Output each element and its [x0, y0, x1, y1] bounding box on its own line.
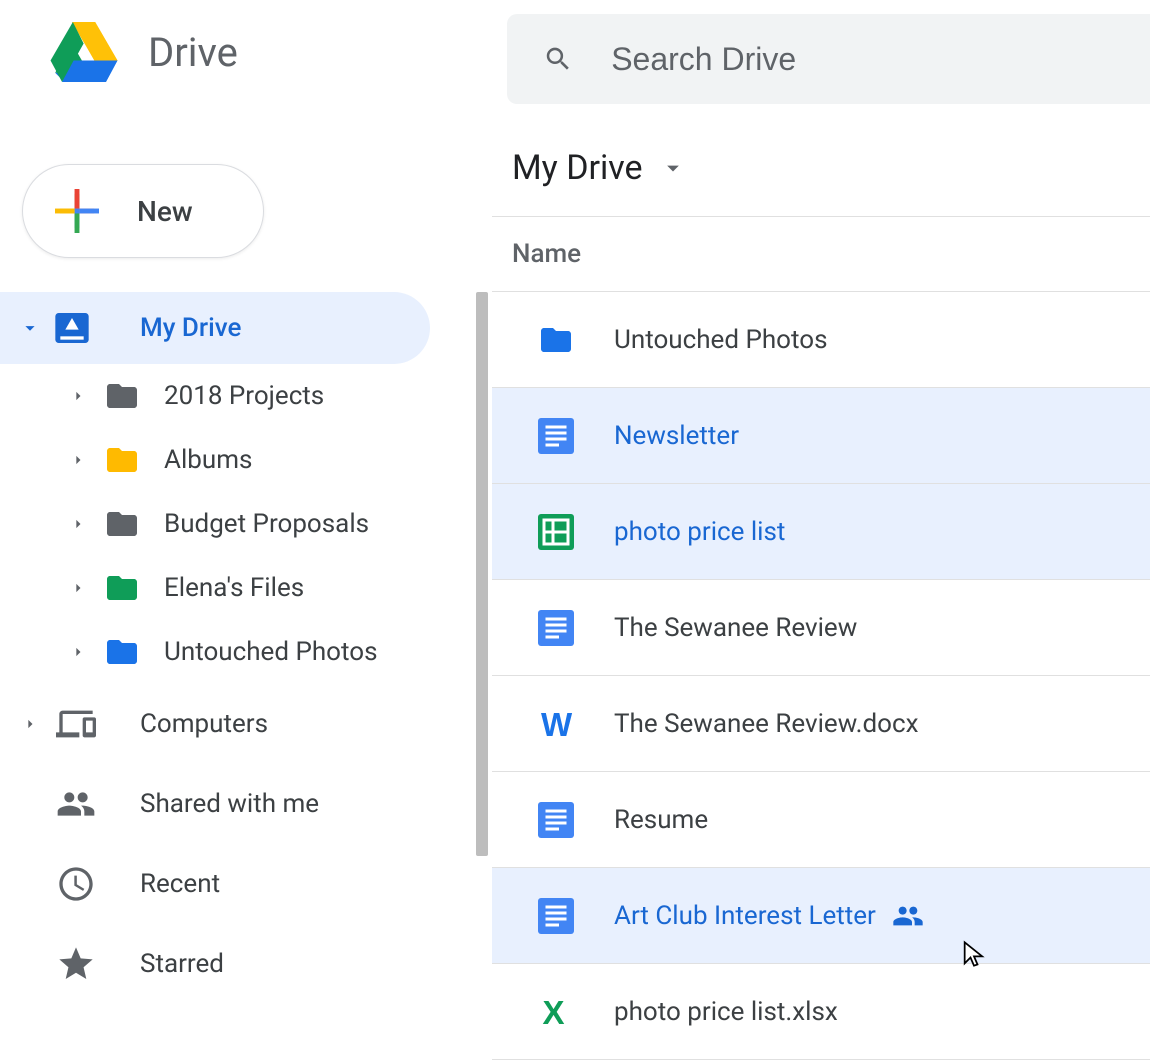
tree-label: 2018 Projects — [164, 381, 324, 411]
sheet-icon — [538, 514, 574, 550]
nav-label: My Drive — [140, 313, 241, 343]
tree-folder[interactable]: Albums — [48, 428, 492, 492]
caret-down-icon[interactable] — [18, 317, 42, 339]
new-button[interactable]: New — [22, 164, 264, 258]
file-row[interactable]: Untouched Photos — [492, 292, 1150, 388]
excel-icon — [538, 994, 574, 1030]
file-row[interactable]: Art Club Interest Letter — [492, 868, 1150, 964]
search-bar[interactable] — [507, 14, 1150, 104]
tree-label: Elena's Files — [164, 573, 304, 603]
file-name: photo price list.xlsx — [614, 997, 838, 1027]
caret-right-icon[interactable] — [66, 578, 90, 598]
plus-icon — [55, 189, 99, 233]
nav-shared[interactable]: Shared with me — [0, 764, 430, 844]
file-name: Art Club Interest Letter — [614, 901, 876, 931]
shared-icon — [892, 900, 924, 932]
tree-folder[interactable]: Budget Proposals — [48, 492, 492, 556]
nav-recent[interactable]: Recent — [0, 844, 430, 924]
file-name: The Sewanee Review.docx — [614, 709, 919, 739]
folder-icon — [102, 634, 142, 670]
folder-icon — [102, 442, 142, 478]
drive-logo-icon — [50, 22, 118, 82]
tree-folder[interactable]: Untouched Photos — [48, 620, 492, 684]
file-row[interactable]: Resume — [492, 772, 1150, 868]
doc-icon — [538, 898, 574, 934]
tree-folder[interactable]: Elena's Files — [48, 556, 492, 620]
column-header-name[interactable]: Name — [492, 216, 1150, 292]
caret-right-icon[interactable] — [66, 514, 90, 534]
file-name: Untouched Photos — [614, 325, 828, 355]
tree-label: Budget Proposals — [164, 509, 369, 539]
new-button-label: New — [137, 195, 193, 228]
my-drive-icon — [52, 308, 92, 348]
nav-label: Computers — [140, 709, 268, 739]
people-icon — [56, 784, 96, 824]
file-name: photo price list — [614, 517, 785, 547]
doc-icon — [538, 610, 574, 646]
app-title: Drive — [148, 29, 238, 76]
star-icon — [56, 944, 96, 984]
file-row[interactable]: Newsletter — [492, 388, 1150, 484]
caret-right-icon[interactable] — [66, 450, 90, 470]
logo-section[interactable]: Drive — [0, 22, 507, 82]
tree-folder[interactable]: 2018 Projects — [48, 364, 492, 428]
folder-icon — [102, 570, 142, 606]
doc-icon — [538, 418, 574, 454]
nav-label: Starred — [140, 949, 224, 979]
folder-icon — [538, 322, 574, 358]
tree-label: Untouched Photos — [164, 637, 378, 667]
clock-icon — [56, 864, 96, 904]
nav-starred[interactable]: Starred — [0, 924, 430, 1004]
caret-right-icon[interactable] — [66, 386, 90, 406]
file-row[interactable]: The Sewanee Review — [492, 580, 1150, 676]
sidebar: New My Drive 2018 Projects Albums Budget… — [0, 104, 492, 1046]
tree-label: Albums — [164, 445, 252, 475]
search-input[interactable] — [611, 41, 1150, 78]
content-area: My Drive Name Untouched Photos Newslette… — [492, 104, 1150, 1046]
file-list: Untouched Photos Newsletter photo price … — [492, 292, 1150, 1060]
nav-my-drive[interactable]: My Drive — [0, 292, 430, 364]
scrollbar[interactable] — [476, 292, 488, 856]
nav-label: Recent — [140, 869, 220, 899]
doc-icon — [538, 802, 574, 838]
file-name: Resume — [614, 805, 708, 835]
breadcrumb[interactable]: My Drive — [492, 148, 1150, 216]
nav-label: Shared with me — [140, 789, 319, 819]
nav-computers[interactable]: Computers — [0, 684, 430, 764]
file-name: The Sewanee Review — [614, 613, 857, 643]
folder-icon — [102, 378, 142, 414]
caret-right-icon[interactable] — [66, 642, 90, 662]
file-row[interactable]: photo price list — [492, 484, 1150, 580]
caret-right-icon[interactable] — [18, 714, 42, 734]
computers-icon — [56, 704, 96, 744]
file-name: Newsletter — [614, 421, 739, 451]
caret-down-icon — [659, 154, 687, 182]
folder-icon — [102, 506, 142, 542]
search-icon — [543, 42, 573, 76]
breadcrumb-label: My Drive — [512, 148, 643, 188]
word-icon — [538, 706, 574, 742]
file-row[interactable]: The Sewanee Review.docx — [492, 676, 1150, 772]
